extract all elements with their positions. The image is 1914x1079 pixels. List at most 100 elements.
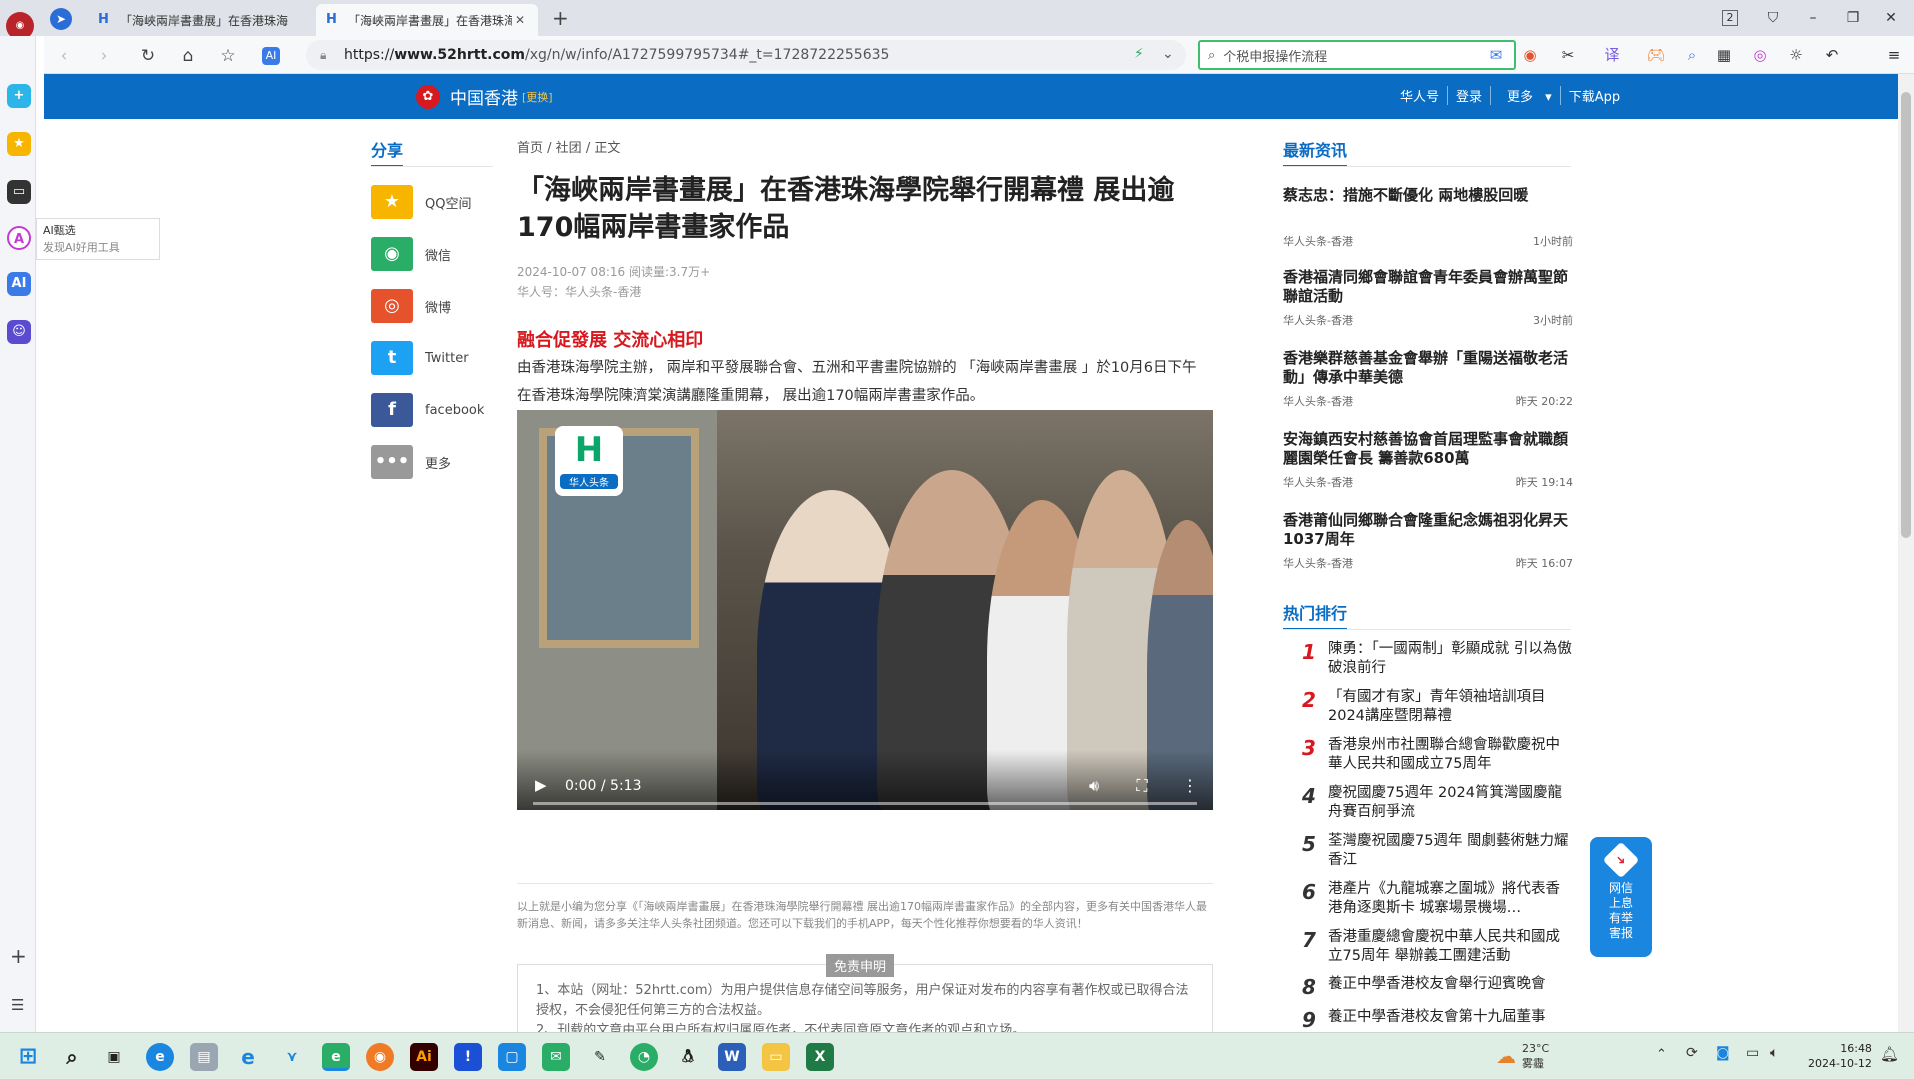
window-app-icon[interactable]: ▢ [498,1043,526,1071]
excel-icon[interactable]: X [806,1043,834,1071]
hot-text[interactable]: 養正中學香港校友會第十九屆董事 [1328,1008,1574,1030]
tray-chevron-up-icon[interactable]: ⌃ [1656,1047,1667,1062]
nav-more[interactable]: 更多 ▾ [1490,86,1560,105]
hot-item[interactable]: 6 港產片《九龍城寨之圍城》將代表香港角逐奧斯卡 城寨場景機場… [1290,880,1574,918]
file-app-icon[interactable]: ▤ [190,1043,218,1071]
taskbar-clock[interactable]: 16:48 2024-10-12 [1808,1041,1872,1071]
share-facebook[interactable]: f facebook [371,390,484,430]
browser-tab-1[interactable]: H 「海峽兩岸書畫展」在香港珠海 [88,4,310,36]
messenger-icon[interactable]: ✉ [542,1043,570,1071]
video-player[interactable]: H 华人头条 ▶ 0:00 / 5:13 🔊︎ ⛶ ⋮ [517,410,1213,810]
translate-icon[interactable]: 译 [1600,44,1624,66]
switch-region-link[interactable]: [更换] [522,89,553,105]
close-tab-icon[interactable]: ✕ [512,13,528,27]
hot-text[interactable]: 香港泉州市社團聯合總會聯歡慶祝中華人民共和國成立75周年 [1328,736,1574,774]
news-item[interactable]: 蔡志忠：措施不斷優化 兩地樓股回暖 华人头条-香港 1小时前 [1283,186,1573,249]
volume-icon[interactable]: 🔊︎ [1083,776,1105,796]
chevron-down-icon[interactable]: ⌄ [1162,46,1174,62]
pen-icon[interactable]: ✎ [586,1043,614,1071]
news-headline[interactable]: 香港樂群慈善基金會舉辦「重陽送福敬老活動」傳承中華美德 [1283,349,1573,387]
navigate-icon[interactable]: ➤ [50,8,72,30]
forward-icon[interactable]: › [92,44,116,68]
share-weibo[interactable]: ◎ 微博 [371,286,451,326]
menu-icon[interactable]: ≡ [1882,44,1906,66]
news-headline[interactable]: 香港福清同鄉會聯誼會青年委員會辦萬聖節聯誼活動 [1283,268,1573,306]
hot-text[interactable]: 「有國才有家」青年領袖培訓項目2024講座暨閉幕禮 [1328,688,1574,726]
ai-assistant-icon[interactable]: AI [262,47,280,65]
scrollbar-thumb[interactable] [1901,92,1911,538]
breadcrumb-community[interactable]: 社团 [556,141,582,156]
tencent-meeting-icon[interactable]: ! [454,1043,482,1071]
shirt-skin-icon[interactable]: ⛉ [1760,6,1786,30]
site-logo[interactable]: ✿ 中国香港 [更换] [416,84,553,109]
breadcrumb-home[interactable]: 首页 [517,141,543,156]
sidebar-ai-icon[interactable]: AI [7,272,31,296]
notification-bell-icon[interactable]: 🔔︎ [1880,1045,1899,1063]
hot-text[interactable]: 慶祝國慶75週年 2024筲箕灣國慶龍舟賽百舸爭流 [1328,784,1574,822]
sidebar-favorites-icon[interactable]: ★ [7,132,31,156]
weather-widget[interactable]: ☁ 23°C 雾霾 [1496,1041,1549,1071]
sidebar-plus-app-icon[interactable]: + [7,84,31,108]
hot-item[interactable]: 3 香港泉州市社團聯合總會聯歡慶祝中華人民共和國成立75周年 [1290,736,1574,774]
wechat-taskbar-icon[interactable]: ◔ [630,1043,658,1071]
tray-volume-icon[interactable]: 🔈︎ [1770,1045,1778,1061]
tray-network-icon[interactable]: ▭ [1746,1045,1759,1061]
back-icon[interactable]: ‹ [52,44,76,68]
hot-item[interactable]: 8 養正中學香港校友會舉行迎賓晚會 [1290,975,1574,999]
news-item[interactable]: 安海鎮西安村慈善協會首屆理監事會就職顏麗園榮任會長 籌善款680萬 华人头条-香… [1283,430,1573,490]
article-source[interactable]: 华人号：华人头条-香港 [517,282,710,302]
mail-icon[interactable]: ✉ [1484,44,1508,66]
news-item[interactable]: 香港樂群慈善基金會舉辦「重陽送福敬老活動」傳承中華美德 华人头条-香港 昨天 20… [1283,349,1573,409]
lightning-icon[interactable]: ⚡ [1134,46,1144,62]
qq-icon[interactable]: 🐧︎ [674,1043,702,1071]
task-view-icon[interactable]: ▣ [100,1043,128,1071]
news-headline[interactable]: 蔡志忠：措施不斷優化 兩地樓股回暖 [1283,186,1573,205]
hot-text[interactable]: 陳勇：「一國兩制」彰顯成就 引以為傲破浪前行 [1328,640,1574,678]
sidebar-add-icon[interactable]: + [10,944,27,968]
browser-active-icon[interactable]: e [322,1043,350,1071]
sidebar-robot-icon[interactable]: ☺ [7,320,31,344]
minimize-button[interactable]: – [1800,6,1826,30]
search-input[interactable]: 个税申报操作流程 [1223,46,1327,65]
eye-icon[interactable]: ◉ [1518,44,1542,66]
share-wechat[interactable]: ◉ 微信 [371,234,451,274]
hot-item[interactable]: 2 「有國才有家」青年領袖培訓項目2024講座暨閉幕禮 [1290,688,1574,726]
hot-item[interactable]: 7 香港重慶總會慶祝中華人民共和國成立75周年 舉辦義工團建活動 [1290,928,1574,966]
nav-huaren-hao[interactable]: 华人号 [1392,86,1447,105]
hot-item[interactable]: 4 慶祝國慶75週年 2024筲箕灣國慶龍舟賽百舸爭流 [1290,784,1574,822]
hot-item[interactable]: 9 養正中學香港校友會第十九屆董事 [1290,1008,1574,1030]
folder-icon[interactable]: ▭ [762,1043,790,1071]
sidebar-list-icon[interactable]: ☰ [11,996,24,1014]
tab-count-badge[interactable]: 2 [1722,10,1738,26]
restore-button[interactable]: ❐ [1840,6,1866,30]
reload-icon[interactable]: ↻ [136,44,160,68]
vs-code-icon[interactable]: ⋎ [278,1043,306,1071]
ie-browser-icon[interactable]: e [234,1043,262,1071]
home-icon[interactable]: ⌂ [176,44,200,68]
start-windows-icon[interactable]: ⊞ [14,1043,42,1071]
color-wheel-icon[interactable]: ◎ [1748,44,1772,66]
brightness-icon[interactable]: ☼ [1784,44,1808,66]
share-qzone[interactable]: ★ QQ空间 [371,182,471,222]
news-headline[interactable]: 安海鎮西安村慈善協會首屆理監事會就職顏麗園榮任會長 籌善款680萬 [1283,430,1573,468]
edge-browser-icon[interactable]: e [146,1043,174,1071]
more-vertical-icon[interactable]: ⋮ [1179,776,1201,795]
news-headline[interactable]: 香港莆仙同鄉聯合會隆重紀念媽祖羽化昇天1037周年 [1283,511,1573,549]
hot-text[interactable]: 養正中學香港校友會舉行迎賓晚會 [1328,975,1574,999]
share-twitter[interactable]: t Twitter [371,338,469,378]
sidebar-chat-icon[interactable]: ▭ [7,180,31,204]
hot-text[interactable]: 荃灣慶祝國慶75週年 閩劇藝術魅力耀香江 [1328,832,1574,870]
magnifier-icon[interactable]: ⌕ [1680,44,1704,66]
game-icon[interactable]: 🎮︎ [1644,44,1668,66]
hot-text[interactable]: 港產片《九龍城寨之圍城》將代表香港角逐奧斯卡 城寨場景機場… [1328,880,1574,918]
address-bar[interactable]: 🔒︎ https://www.52hrtt.com/xg/n/w/info/A1… [306,40,1186,70]
hot-item[interactable]: 5 荃灣慶祝國慶75週年 閩劇藝術魅力耀香江 [1290,832,1574,870]
browser-tab-2[interactable]: H 「海峽兩岸書畫展」在香港珠海 ✕ [316,4,538,36]
report-widget[interactable]: ➜ 网信上息有举害报 [1590,837,1652,957]
hot-item[interactable]: 1 陳勇：「一國兩制」彰顯成就 引以為傲破浪前行 [1290,640,1574,678]
scissors-icon[interactable]: ✂ [1556,44,1580,66]
new-tab-button[interactable]: + [552,6,569,30]
share-more[interactable]: ••• 更多 [371,442,451,482]
nav-login[interactable]: 登录 [1447,86,1490,105]
close-window-button[interactable]: ✕ [1878,6,1904,30]
